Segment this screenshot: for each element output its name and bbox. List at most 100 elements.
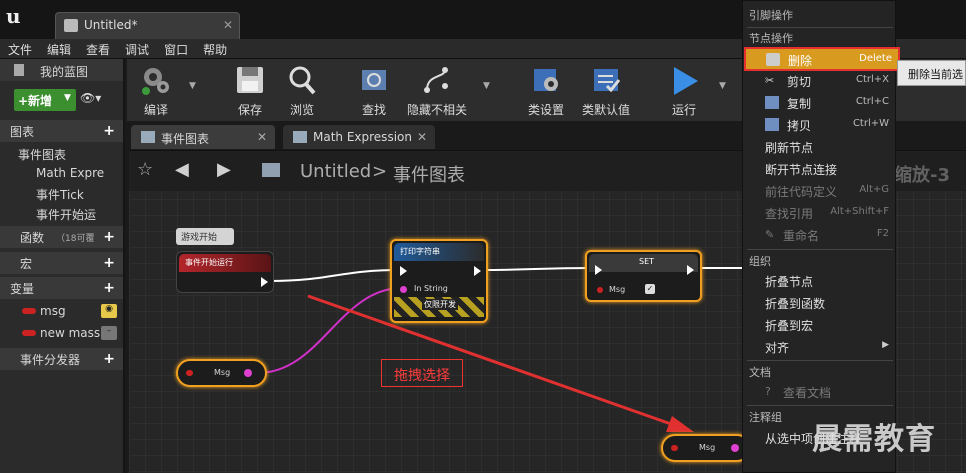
add-macro-button[interactable]: + [103,255,115,271]
browse-icon [289,66,316,95]
tree-event-begin-label: 事件开始运 [36,208,97,222]
menu-view[interactable]: 查看 [78,39,117,58]
menu-item-label: 断开节点连接 [765,163,838,177]
graph-icon [141,131,155,143]
chevron-down-icon[interactable]: ▼ [189,81,196,91]
tree-event-graph[interactable]: 事件图表 [0,143,123,165]
print-string-node[interactable]: 打印字符串 In String 仅限开发 [390,239,488,323]
forward-arrow-icon[interactable]: ▶ [217,159,231,180]
class-defaults-label: 类默认值 [581,103,630,117]
class-defaults-button[interactable]: 类默认值 [579,59,633,121]
get-msg-node[interactable]: Msg [176,359,267,387]
menu-item-copy[interactable]: 复制 Ctrl+C [745,92,895,113]
string-pin[interactable] [400,286,407,293]
section-functions[interactable]: 函数 （18可覆 + [0,226,123,248]
exec-in-pin[interactable] [595,265,602,275]
add-function-button[interactable]: + [103,229,115,245]
set-variable-node[interactable]: SET Msg ✓ [585,250,702,302]
chevron-down-icon[interactable]: ▼ [719,81,726,91]
close-icon[interactable]: ✕ [223,18,233,32]
document-tab-label: Untitled* [84,18,138,32]
menu-item-duplicate[interactable]: 拷贝 Ctrl+W [745,114,895,135]
close-icon[interactable]: ✕ [257,130,267,144]
menu-file[interactable]: 文件 [0,39,39,58]
menu-debug[interactable]: 调试 [117,39,156,58]
play-icon [674,67,698,95]
chevron-down-icon[interactable]: ▼ [483,81,490,91]
add-dispatcher-button[interactable]: + [103,351,115,367]
menu-window[interactable]: 窗口 [156,39,195,58]
find-icon [362,70,386,90]
string-out-pin[interactable] [731,444,739,452]
drag-select-annotation: 拖拽选择 [381,359,463,387]
menu-item-break-links[interactable]: 断开节点连接 [745,158,895,179]
visibility-eye-button[interactable]: 👁▾ [80,91,114,109]
section-graphs[interactable]: 图表 + [0,120,123,142]
menu-item-collapse-to-macro[interactable]: 折叠到宏 [745,314,895,335]
compile-button[interactable]: ▼ 编译 [129,59,196,121]
get-msg-node-2[interactable]: Msg [661,434,751,462]
add-new-button[interactable]: +新增 ▼ [14,89,76,111]
back-arrow-icon[interactable]: ◀ [175,159,189,180]
document-tab[interactable]: Untitled* ✕ [55,12,240,39]
save-button[interactable]: 保存 [223,59,277,121]
tab-math-expression[interactable]: Math Expression ✕ [283,125,435,149]
eye-closed-icon[interactable]: – [101,326,117,340]
section-variables[interactable]: 变量 + [0,277,123,299]
checkbox-icon[interactable]: ✓ [645,284,655,294]
eye-visibility-icon[interactable]: ◉ [101,304,117,318]
menu-item-refresh[interactable]: 刷新节点 [745,136,895,157]
exec-in-pin[interactable] [400,266,407,276]
menu-edit[interactable]: 编辑 [39,39,78,58]
tree-math-expression[interactable]: Math Expre [0,163,123,185]
section-macros[interactable]: 宏 + [0,252,123,274]
section-dispatchers[interactable]: 事件分发器 + [0,348,123,370]
graph-icon [293,131,307,143]
variable-new-mass-label: new mass [40,326,101,340]
class-defaults-icon [594,69,621,93]
find-button[interactable]: 查找 [347,59,401,121]
string-type-icon [22,330,36,336]
pin-label: Msg [609,285,626,294]
section-organize: 组织 [749,255,771,268]
menu-item-shortcut: Alt+Shift+F [830,206,889,217]
exec-out-pin[interactable] [687,265,694,275]
class-settings-button[interactable]: 类设置 [519,59,573,121]
variable-msg[interactable]: msg ◉ [0,301,123,323]
hide-unrelated-button[interactable]: ▼ 隐藏不相关 [399,59,490,121]
section-functions-label: 函数 [20,231,45,245]
tree-event-tick[interactable]: 事件Tick [0,183,123,205]
menu-item-collapse-to-function[interactable]: 折叠到函数 [745,292,895,313]
tree-event-begin[interactable]: 事件开始运 [0,203,123,225]
divider [747,249,893,250]
section-graphs-label: 图表 [10,125,35,139]
close-icon[interactable]: ✕ [417,130,427,144]
divider [747,360,893,361]
menu-item-collapse-nodes[interactable]: 折叠节点 [745,270,895,291]
copy-icon [765,96,779,109]
context-menu: 引脚操作 节点操作 删除 Delete ✂ 剪切 Ctrl+X 复制 Ctrl+C 拷贝… [742,0,900,473]
variable-new-mass[interactable]: new mass – [0,323,123,345]
comment-bubble[interactable]: 游戏开始 [176,228,234,245]
msg-pin[interactable] [597,287,603,293]
browse-button[interactable]: 浏览 [275,59,329,121]
menu-item-cut[interactable]: ✂ 剪切 Ctrl+X [745,70,895,91]
breadcrumb-current: 事件图表 [393,165,465,186]
string-out-pin[interactable] [244,369,252,377]
breadcrumb-root[interactable]: Untitled [300,161,371,182]
star-icon[interactable]: ☆ [137,159,153,180]
add-graph-button[interactable]: + [103,123,115,139]
submenu-arrow-icon: ▶ [882,340,889,350]
menu-help[interactable]: 帮助 [195,39,234,58]
pin-label: In String [414,284,448,293]
menu-item-align[interactable]: 对齐 ▶ [745,336,895,357]
my-blueprint-title: 我的蓝图 [40,65,89,79]
tab-event-graph[interactable]: 事件图表 ✕ [131,125,275,149]
play-button[interactable]: ▼ 运行 [657,59,726,121]
exec-out-pin[interactable] [474,266,481,276]
menu-item-delete[interactable]: 删除 Delete [744,47,900,71]
node-header: 事件开始运行 [179,254,271,272]
event-begin-play-node[interactable]: 事件开始运行 [176,251,274,293]
exec-out-pin[interactable] [261,277,268,287]
add-variable-button[interactable]: + [103,280,115,296]
